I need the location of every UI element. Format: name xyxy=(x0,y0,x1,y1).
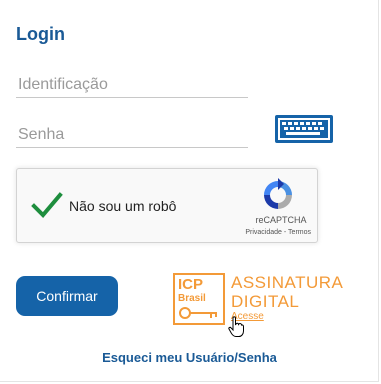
recaptcha-brand: reCAPTCHA xyxy=(255,215,307,225)
login-panel: Login Não sou um robô reCAPTCHA xyxy=(0,0,379,382)
signature-line-1: ASSINATURA xyxy=(231,273,344,292)
forgot-credentials-link[interactable]: Esqueci meu Usuário/Senha xyxy=(0,350,379,365)
hand-cursor-icon xyxy=(228,316,244,337)
key-icon xyxy=(179,307,217,319)
icp-brasil-logo[interactable]: ICP Brasil xyxy=(173,273,225,325)
login-title: Login xyxy=(16,24,65,44)
terms-link[interactable]: Termos xyxy=(288,229,311,236)
icp-logo-text-top: ICP xyxy=(178,276,203,293)
icp-logo-text-bottom: Brasil xyxy=(178,293,206,304)
identification-input[interactable] xyxy=(16,72,248,98)
recaptcha-logo-icon xyxy=(264,178,292,209)
recaptcha-widget: Não sou um robô reCAPTCHA Privacidade - … xyxy=(16,168,318,243)
recaptcha-links: Privacidade - Termos xyxy=(229,229,311,236)
checkmark-icon[interactable] xyxy=(31,191,63,219)
privacy-link[interactable]: Privacidade xyxy=(245,229,282,236)
virtual-keyboard-icon[interactable] xyxy=(274,114,334,144)
password-input[interactable] xyxy=(16,122,248,148)
confirm-button[interactable]: Confirmar xyxy=(16,276,118,316)
signature-line-2: DIGITAL xyxy=(231,292,300,311)
recaptcha-label: Não sou um robô xyxy=(69,198,177,214)
digital-signature-text: ASSINATURA DIGITAL xyxy=(231,273,343,311)
